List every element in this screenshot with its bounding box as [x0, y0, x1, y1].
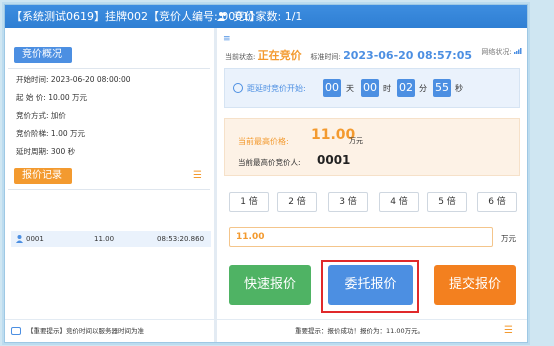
menu-icon[interactable]: ≡	[223, 34, 231, 44]
status-line: 当前状态: 正在竞价 标准时间: 2023-06-20 08:57:05	[225, 47, 472, 63]
highest-bidder-value: 0001	[317, 153, 351, 167]
state-value: 正在竞价	[257, 49, 302, 62]
highest-bidder-label: 当前最高价竞价人:	[238, 158, 301, 167]
title-bar: 【系统测试0619】挂牌002【竞价人编号: 0001】 竞价家数: 1/1	[5, 5, 527, 28]
auction-window: 【系统测试0619】挂牌002【竞价人编号: 0001】 竞价家数: 1/1 竞…	[4, 4, 528, 343]
network-status: 网络状况:	[481, 47, 522, 57]
record-price: 11.00	[94, 235, 115, 243]
highest-price-label: 当前最高价格:	[238, 137, 289, 146]
hours-unit: 时	[383, 84, 391, 93]
multiplier-5-button[interactable]: 5 倍	[427, 192, 467, 212]
info-start-time: 开始时间: 2023-06-20 08:00:00	[16, 75, 131, 84]
list-icon[interactable]: ☰	[504, 320, 513, 342]
footer-left-hint: 【重要提示】竞价时间以服务器时间为准	[27, 327, 144, 335]
countdown-seconds: 55	[433, 79, 451, 97]
left-panel: 竞价概况 开始时间: 2023-06-20 08:00:00 起 始 价: 10…	[8, 41, 211, 313]
divider	[8, 68, 210, 69]
highlight-box	[321, 260, 419, 313]
state-label: 当前状态:	[225, 53, 256, 61]
multiplier-6-button[interactable]: 6 倍	[477, 192, 517, 212]
chat-icon	[11, 327, 21, 335]
highest-bid-panel: 当前最高价格: 11.00 万元 当前最高价竞价人: 0001	[224, 118, 520, 176]
days-unit: 天	[346, 84, 354, 93]
clock-icon	[233, 83, 243, 93]
countdown-hours: 00	[361, 79, 379, 97]
countdown-panel: 距延时竞价开始: 00 天 00 时 02 分 55 秒	[224, 68, 520, 108]
info-start-price: 起 始 价: 10.00 万元	[16, 93, 88, 102]
multiplier-4-button[interactable]: 4 倍	[379, 192, 419, 212]
countdown-minutes: 02	[397, 79, 415, 97]
time-label: 标准时间:	[310, 53, 341, 61]
network-label: 网络状况:	[481, 48, 512, 56]
footer-separator	[214, 320, 217, 342]
multiplier-1-button[interactable]: 1 倍	[229, 192, 269, 212]
footer-right-hint: 重要提示：报价成功！报价为：11.00万元。	[295, 327, 425, 335]
divider	[8, 189, 210, 190]
bidder-count-value: 1/1	[284, 10, 303, 23]
minutes-unit: 分	[419, 84, 427, 93]
bidder-count-label: 竞价家数:	[233, 10, 282, 23]
list-icon[interactable]: ☰	[193, 171, 202, 181]
submit-bid-button[interactable]: 提交报价	[434, 265, 516, 305]
quick-bid-button[interactable]: 快速报价	[229, 265, 311, 305]
info-delay-period: 延时周期: 300 秒	[16, 147, 76, 156]
records-title: 报价记录	[14, 168, 72, 184]
signal-icon	[514, 48, 522, 54]
info-bid-step: 竞价阶梯: 1.00 万元	[16, 129, 86, 138]
bid-price-unit: 万元	[501, 234, 516, 243]
countdown-days: 00	[323, 79, 341, 97]
multiplier-3-button[interactable]: 3 倍	[328, 192, 368, 212]
record-time: 08:53:20.860	[157, 235, 205, 243]
bid-price-input[interactable]: 11.00	[229, 227, 493, 247]
record-row: 0001 11.00 08:53:20.860	[11, 231, 211, 247]
footer: 【重要提示】竞价时间以服务器时间为准 重要提示：报价成功！报价为：11.00万元…	[5, 319, 527, 342]
right-panel: ≡ 当前状态: 正在竞价 标准时间: 2023-06-20 08:57:05 网…	[217, 28, 528, 320]
users-icon	[217, 12, 226, 21]
info-bid-method: 竞价方式: 加价	[16, 111, 66, 120]
seconds-unit: 秒	[455, 84, 463, 93]
multiplier-2-button[interactable]: 2 倍	[277, 192, 317, 212]
countdown-label: 距延时竞价开始:	[247, 84, 306, 93]
highest-price-unit: 万元	[349, 137, 363, 145]
record-bidder: 0001	[26, 235, 44, 243]
time-value: 2023-06-20 08:57:05	[343, 49, 473, 62]
overview-title: 竞价概况	[14, 47, 72, 63]
user-icon	[16, 235, 23, 243]
